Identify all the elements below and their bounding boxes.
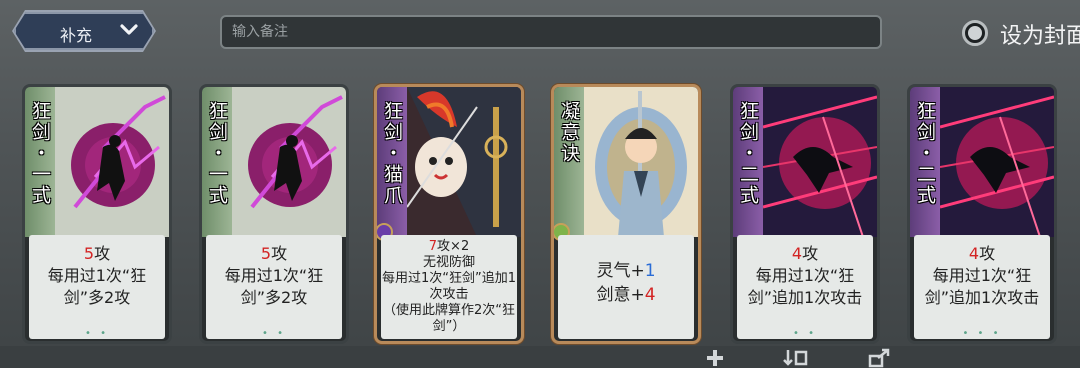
card-description-text: 攻×2 无视防御 每用过1次“狂剑”追加1次攻击 （使用此牌算作2次“狂剑”） [381,239,516,334]
cover-radio-button[interactable] [962,20,988,46]
card-attack-value: 7 [428,239,438,254]
card-attack-value: 5 [83,244,95,263]
card-dots: • • [793,328,817,339]
card-art-chain-slash [763,87,877,237]
bottom-toolbar [0,346,1080,368]
card-1[interactable]: 狂剑・一式 5攻 每用过1次“狂剑”多2攻 • • [22,84,172,344]
card-description-text: 攻 每用过1次“狂剑”追加1次攻击 [747,244,863,307]
card-description-text: 攻 每用过1次“狂剑”多2攻 [47,244,147,307]
card-art-sword-purple [232,87,346,237]
card-description-text: 攻 每用过1次“狂剑”追加1次攻击 [924,244,1040,307]
card-attack-value: 4 [791,244,803,263]
category-select-label: 补充 [60,26,93,45]
card-art-sword-purple [55,87,169,237]
card-name: 狂剑・一式 [29,101,51,206]
note-input[interactable] [220,15,882,49]
card-description: 4攻 每用过1次“狂剑”追加1次攻击 [914,235,1050,339]
top-bar: 补充 设为封面 [0,0,1080,66]
card-name: 凝意诀 [558,101,580,164]
card-name: 狂剑・一式 [206,101,228,206]
card-4[interactable]: 凝意诀 灵气+1 剑意+4 [551,84,701,344]
card-art-cat-claw [407,87,521,237]
card-sword-intent-label: 剑意+ [596,285,645,305]
card-attack-value: 5 [260,244,272,263]
cover-label[interactable]: 设为封面 [1000,18,1080,50]
card-qi-value: 1 [644,261,656,281]
card-name: 狂剑・二式 [914,101,936,206]
card-row: 狂剑・一式 5攻 每用过1次“狂剑”多2攻 • • 狂剑・一式 5攻 每用过1次… [0,78,1080,348]
card-description: 5攻 每用过1次“狂剑”多2攻 [206,235,342,339]
export-icon[interactable] [866,346,894,368]
add-icon[interactable] [704,346,726,368]
card-dots: • • [85,328,109,339]
card-description: 5攻 每用过1次“狂剑”多2攻 [29,235,165,339]
card-dots: • • [262,328,286,339]
card-art-chain-slash [940,87,1054,237]
card-5[interactable]: 狂剑・二式 4攻 每用过1次“狂剑”追加1次攻击 • • [730,84,880,344]
card-description: 灵气+1 剑意+4 [558,235,694,339]
card-name: 狂剑・二式 [737,101,759,206]
card-2[interactable]: 狂剑・一式 5攻 每用过1次“狂剑”多2攻 • • [199,84,349,344]
sort-icon[interactable] [782,346,810,368]
chevron-down-icon [120,23,138,37]
card-qi-label: 灵气+ [596,261,645,281]
card-description: 4攻 每用过1次“狂剑”追加1次攻击 [737,235,873,339]
card-6[interactable]: 狂剑・二式 4攻 每用过1次“狂剑”追加1次攻击 • • • [907,84,1057,344]
card-sword-intent-value: 4 [644,285,656,305]
card-name: 狂剑・猫爪 [381,101,403,206]
card-description: 7攻×2 无视防御 每用过1次“狂剑”追加1次攻击 （使用此牌算作2次“狂剑”） [381,235,517,339]
card-dots: • • • [962,328,1002,339]
category-select[interactable]: 补充 [14,12,154,50]
card-attack-value: 4 [968,244,980,263]
card-art-swordsman-aura [584,87,698,237]
card-description-text: 攻 每用过1次“狂剑”多2攻 [224,244,324,307]
card-3[interactable]: 狂剑・猫爪 7攻×2 无视防御 每用过1次“狂剑”追加1次攻击 （使用此牌算作2… [374,84,524,344]
